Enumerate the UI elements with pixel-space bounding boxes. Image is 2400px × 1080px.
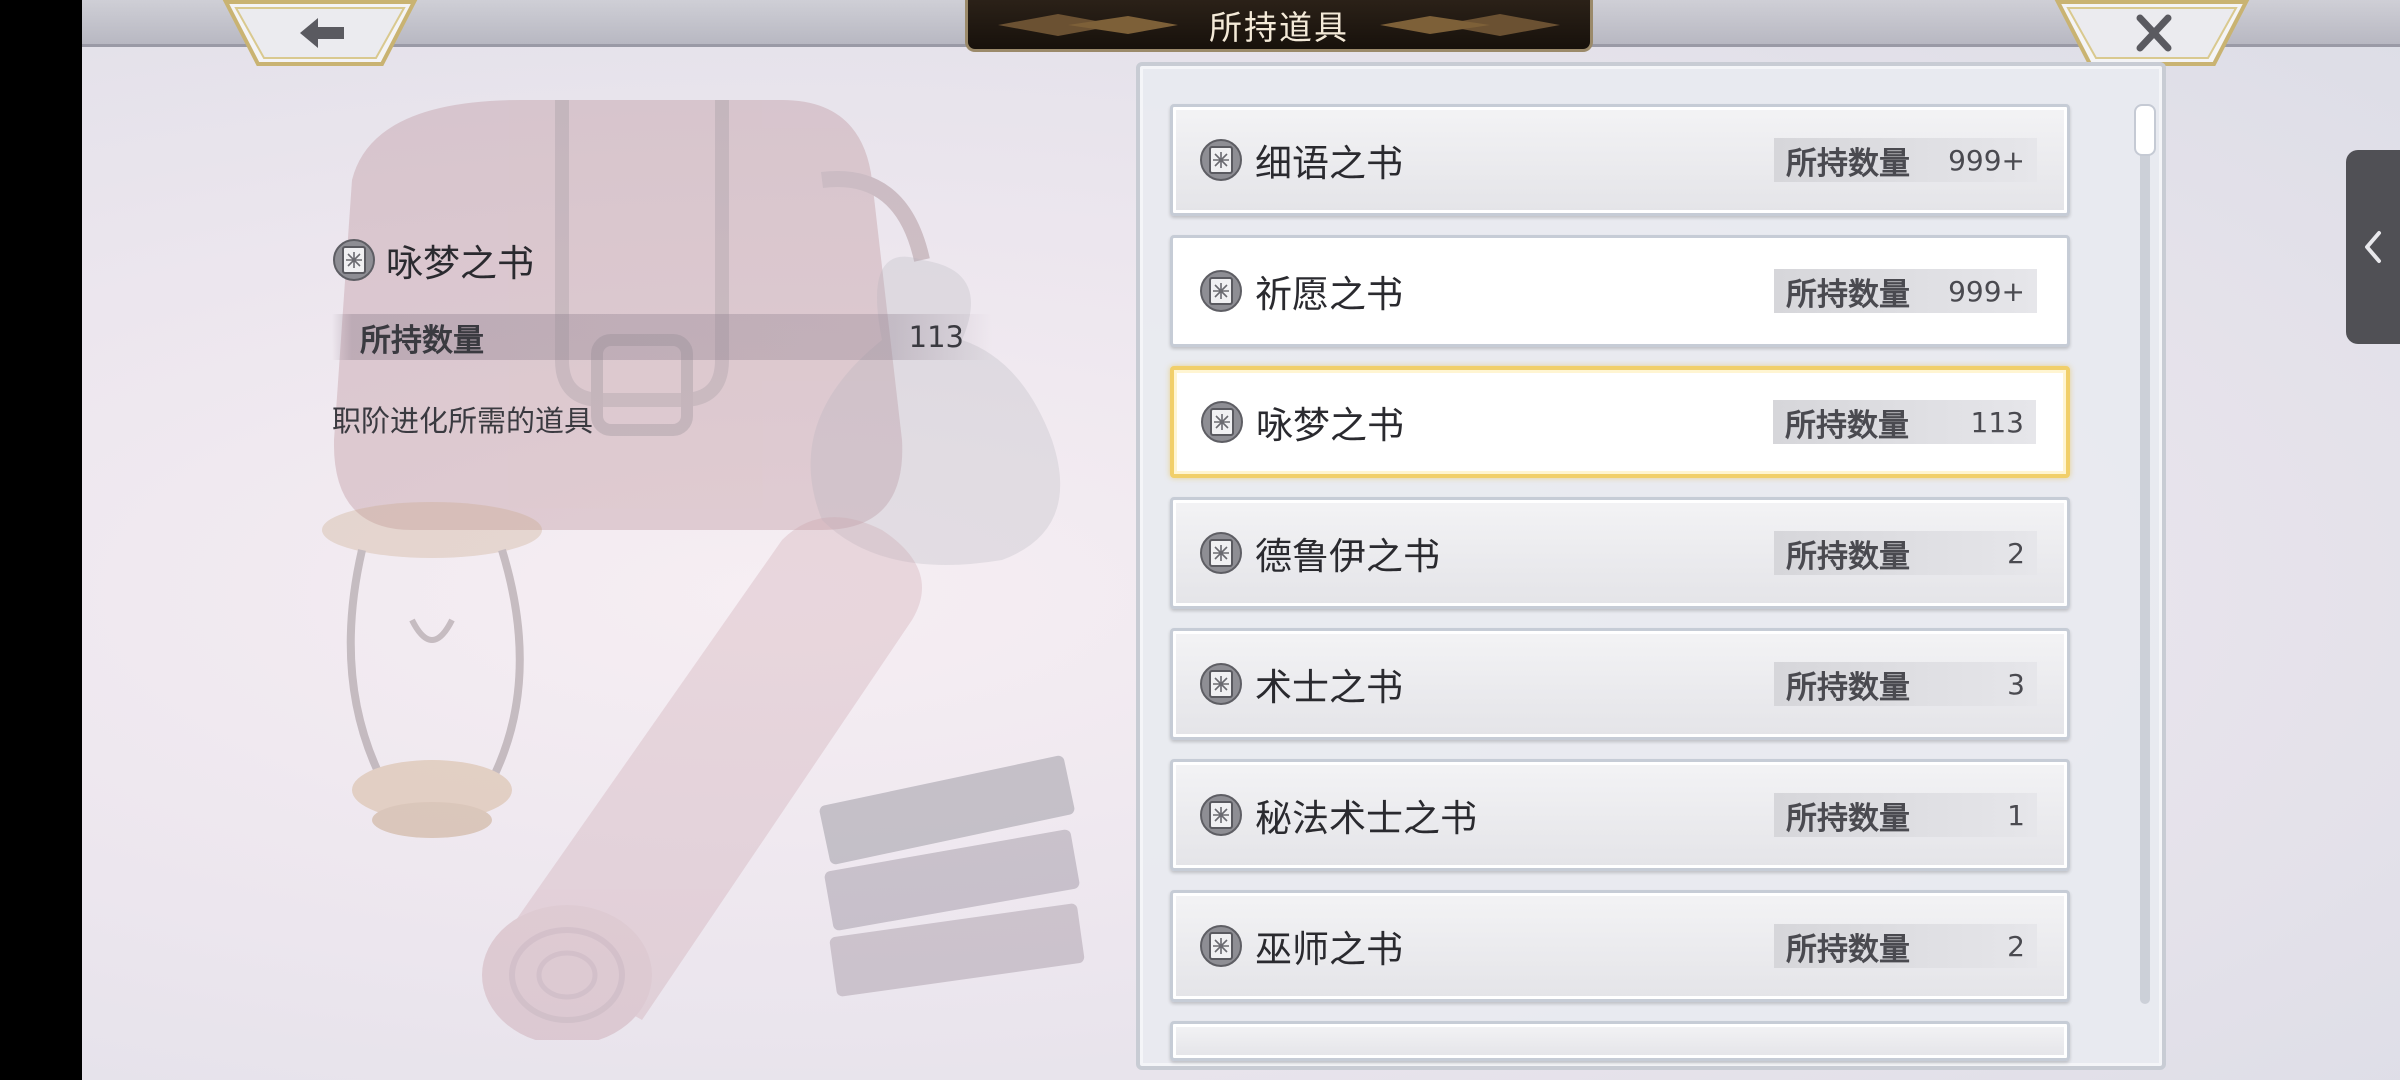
quantity-label: 所持数量 [1785,407,1909,444]
item-quantity: 所持数量 2 [1774,531,2037,575]
item-quantity: 所持数量 1 [1774,793,2037,837]
title-ornament-right [1380,14,1560,36]
item-detail-header: 咏梦之书 [332,230,1092,290]
quantity-label: 所持数量 [1786,931,1910,968]
arrow-left-icon [300,18,344,48]
quantity-label: 所持数量 [1786,276,1910,313]
book-icon [1200,532,1242,574]
item-quantity: 所持数量 999+ [1774,269,2037,313]
list-item[interactable]: 巫师之书 所持数量 2 [1170,890,2070,1002]
book-icon [1200,663,1242,705]
scrollbar-track[interactable] [2140,104,2150,1004]
book-icon [1200,925,1242,967]
book-icon [1200,139,1242,181]
item-quantity: 所持数量 999+ [1774,138,2037,182]
item-quantity: 所持数量 2 [1774,924,2037,968]
title-plate: 所持道具 [965,0,1593,52]
list-item[interactable]: 术士之书 所持数量 3 [1170,628,2070,740]
quantity-value: 2 [2007,929,2025,963]
item-name: 咏梦之书 [1256,404,1404,447]
quantity-value: 2 [2007,536,2025,570]
quantity-value: 113 [908,320,964,354]
item-quantity: 所持数量 3 [1774,662,2037,706]
item-name: 术士之书 [1255,666,1403,709]
close-icon [2136,14,2172,52]
quantity-label: 所持数量 [1786,669,1910,706]
scrollbar-thumb[interactable] [2134,104,2156,156]
book-icon [1201,401,1243,443]
item-list: 细语之书 所持数量 999+ 祈愿之书 所持数量 999+ 咏梦之书 所持数量 … [1170,104,2070,1061]
item-detail-quantity: 所持数量 113 [332,314,992,360]
item-detail: 咏梦之书 所持数量 113 职阶进化所需的道具 [332,230,1092,440]
item-list-panel: 细语之书 所持数量 999+ 祈愿之书 所持数量 999+ 咏梦之书 所持数量 … [1136,62,2166,1070]
item-name: 德鲁伊之书 [1255,535,1440,578]
side-panel-tab[interactable] [2346,150,2400,344]
item-name: 巫师之书 [1255,928,1403,971]
quantity-label: 所持数量 [1786,538,1910,575]
game-view: 所持道具 咏梦之书 所持数量 113 职阶进化所需的道具 细语之书 所持数量 9… [82,0,2400,1080]
list-item-selected[interactable]: 咏梦之书 所持数量 113 [1170,366,2070,478]
item-name: 秘法术士之书 [1255,797,1477,840]
page-title: 所持道具 [1209,7,1349,47]
list-item[interactable]: 秘法术士之书 所持数量 1 [1170,759,2070,871]
chevron-left-icon [2365,231,2381,263]
item-description: 职阶进化所需的道具 [332,404,594,438]
quantity-value: 113 [1970,405,2024,439]
quantity-label: 所持数量 [1786,800,1910,837]
quantity-value: 3 [2007,667,2025,701]
book-icon [333,239,375,281]
list-item[interactable]: 细语之书 所持数量 999+ [1170,104,2070,216]
quantity-label: 所持数量 [360,322,484,359]
book-icon [1200,270,1242,312]
quantity-value: 1 [2007,798,2025,832]
close-button[interactable] [2054,0,2250,68]
item-quantity: 所持数量 113 [1773,400,2036,444]
book-icon [1200,794,1242,836]
list-item[interactable]: 德鲁伊之书 所持数量 2 [1170,497,2070,609]
item-name: 祈愿之书 [1255,273,1403,316]
back-button[interactable] [222,0,418,68]
quantity-label: 所持数量 [1786,145,1910,182]
screen: 所持道具 咏梦之书 所持数量 113 职阶进化所需的道具 细语之书 所持数量 9… [0,0,2400,1080]
quantity-value: 999+ [1948,143,2025,177]
title-ornament-left [998,14,1178,36]
item-name: 细语之书 [1255,142,1403,185]
quantity-value: 999+ [1948,274,2025,308]
list-item-partial[interactable] [1170,1021,2070,1061]
list-item[interactable]: 祈愿之书 所持数量 999+ [1170,235,2070,347]
item-detail-name: 咏梦之书 [386,242,534,285]
